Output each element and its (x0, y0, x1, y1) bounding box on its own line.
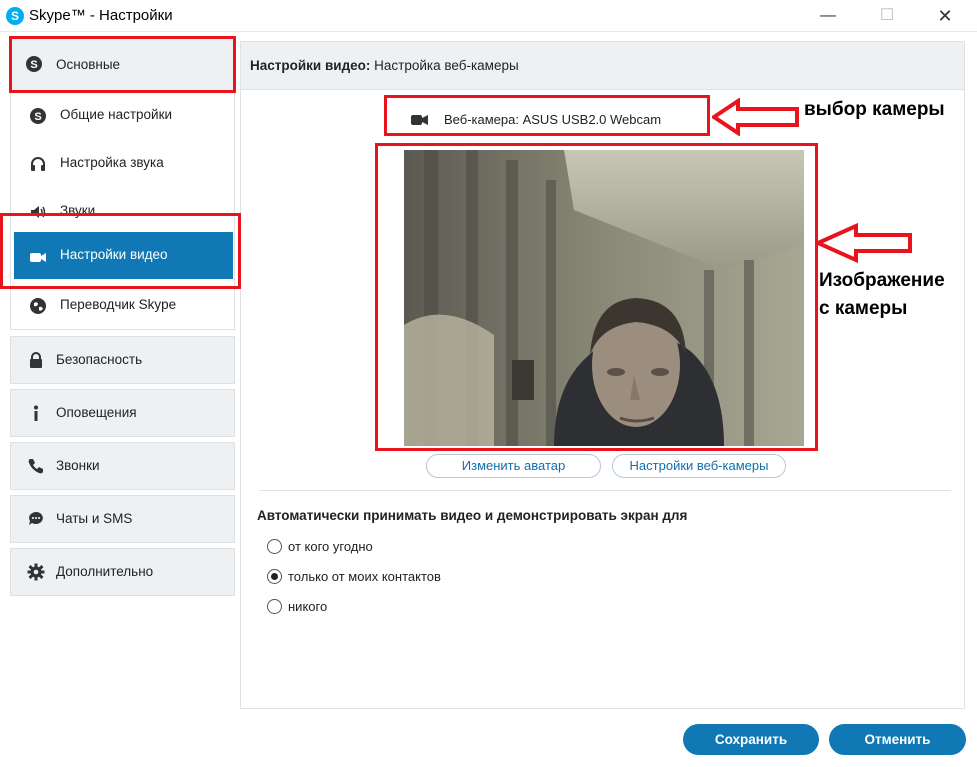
change-avatar-button[interactable]: Изменить аватар (426, 454, 601, 478)
minimize-button[interactable]: — (805, 0, 851, 32)
sidebar-group-label: Дополнительно (56, 564, 154, 579)
sidebar-item-label: Общие настройки (60, 107, 173, 122)
chat-icon (29, 512, 43, 525)
sidebar-group-label: Оповещения (56, 405, 137, 420)
annotation-box-basic (9, 36, 236, 93)
maximize-button[interactable]: ☐ (864, 0, 910, 32)
sidebar-item-label: Переводчик Skype (60, 297, 177, 312)
annotation-box-preview (375, 143, 818, 451)
save-button[interactable]: Сохранить (683, 724, 819, 755)
divider (259, 490, 951, 491)
panel-title-bold: Настройки видео: (250, 58, 371, 73)
radio-button[interactable] (267, 539, 282, 554)
sidebar-group-calls[interactable]: Звонки (10, 442, 235, 490)
skype-icon: S (30, 108, 46, 124)
sidebar-group-notifications[interactable]: Оповещения (10, 389, 235, 437)
cancel-button[interactable]: Отменить (829, 724, 966, 755)
skype-app-icon: S (6, 7, 24, 25)
auto-accept-title: Автоматически принимать видео и демонстр… (257, 508, 688, 523)
panel-title: Настройки видео: Настройка веб-камеры (250, 58, 519, 73)
close-button[interactable]: ✕ (922, 0, 968, 32)
panel-title-rest: Настройка веб-камеры (370, 58, 519, 73)
sidebar-group-advanced[interactable]: Дополнительно (10, 548, 235, 596)
sidebar-group-security[interactable]: Безопасность (10, 336, 235, 384)
sidebar-group-label: Чаты и SMS (56, 511, 133, 526)
annotation-box-video (0, 213, 241, 289)
globe-icon (30, 298, 46, 314)
gear-icon (27, 563, 45, 581)
radio-button[interactable] (267, 599, 282, 614)
lock-icon (30, 352, 42, 368)
panel-header: Настройки видео: Настройка веб-камеры (241, 42, 964, 90)
radio-label: никого (288, 599, 328, 614)
annotation-arrow-webcam (712, 98, 799, 136)
phone-icon (28, 459, 43, 474)
annotation-arrow-preview (816, 223, 912, 263)
radio-label: только от моих контактов (288, 569, 441, 584)
annotation-camera-choice: выбор камеры (804, 99, 945, 120)
sidebar-item-audio[interactable]: Настройка звука (11, 139, 234, 187)
annotation-camera-image-1: Изображение (819, 270, 945, 291)
headset-icon (31, 157, 45, 171)
radio-button[interactable] (267, 569, 282, 584)
sidebar-group-chats[interactable]: Чаты и SMS (10, 495, 235, 543)
title-bar: S Skype™ - Настройки — ☐ ✕ (0, 0, 977, 32)
webcam-settings-button[interactable]: Настройки веб-камеры (612, 454, 786, 478)
radio-label: от кого угодно (288, 539, 373, 554)
sidebar-group-label: Безопасность (56, 352, 143, 367)
annotation-camera-image-2: с камеры (819, 298, 908, 319)
sidebar-item-general[interactable]: S Общие настройки (11, 91, 234, 139)
annotation-box-webcam-select (384, 95, 710, 136)
sidebar-group-label: Звонки (56, 458, 100, 473)
svg-text:S: S (34, 111, 41, 123)
sidebar-item-label: Настройка звука (60, 155, 164, 170)
info-icon (34, 405, 38, 421)
window-title: Skype™ - Настройки (29, 7, 173, 24)
